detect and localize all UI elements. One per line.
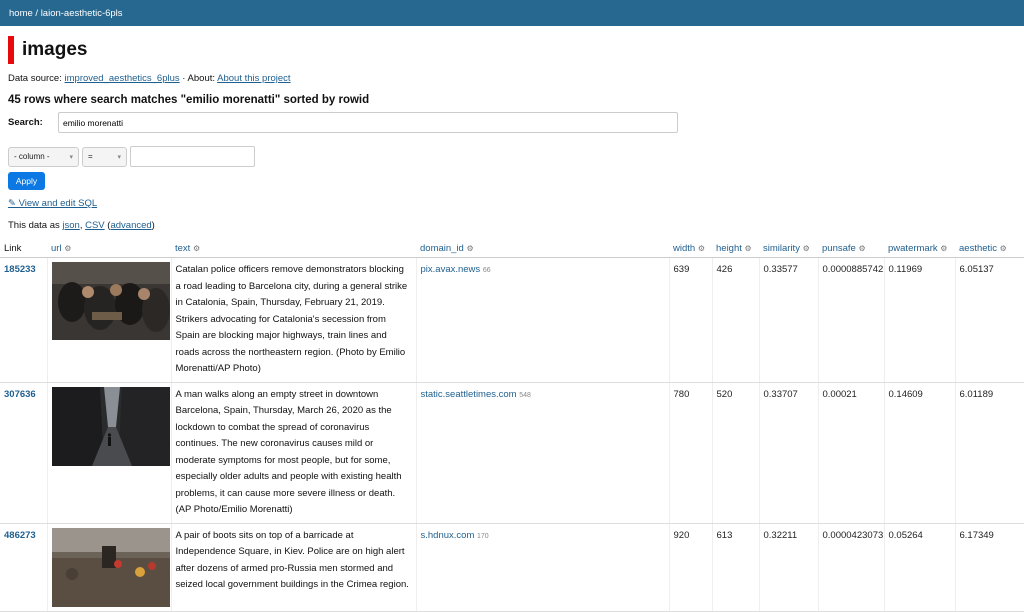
export-json-link[interactable]: json [62,220,79,231]
cell-punsafe: 0.0000423073 [818,523,885,612]
operator-select-value: = [88,152,93,161]
gear-icon[interactable]: ⚙ [64,244,71,253]
gear-icon[interactable]: ⚙ [1000,244,1007,253]
domain-link[interactable]: pix.avax.news [421,264,481,275]
export-csv-link[interactable]: CSV [85,220,105,231]
cell-height: 520 [712,382,760,524]
column-select[interactable]: - column - ▾ [8,146,79,167]
chevron-down-icon: ▾ [69,153,73,161]
cell-pwatermark: 0.14609 [884,382,956,524]
filter-row: - column - ▾ = ▾ [8,146,1016,167]
gear-icon[interactable]: ⚙ [193,244,200,253]
column-header-punsafe[interactable]: punsafe ⚙ [818,240,884,258]
column-header-url[interactable]: url ⚙ [47,240,171,258]
column-select-value: - column - [14,152,50,161]
table-row: 185233 Catalan police officers remove de… [0,257,1024,383]
row-link[interactable]: 307636 [4,389,36,400]
metadata-line: Data source: improved_aesthetics_6plus ·… [8,73,1016,84]
gear-icon[interactable]: ⚙ [698,244,705,253]
page-title: images [8,36,1016,64]
chevron-down-icon: ▾ [117,153,121,161]
cell-aesthetic: 6.17349 [955,523,1024,612]
about-label: · About: [182,73,216,84]
cell-width: 920 [669,523,713,612]
column-header-aesthetic[interactable]: aesthetic ⚙ [955,240,1024,258]
breadcrumb-separator: / [35,8,39,19]
row-text: A pair of boots sits on top of a barrica… [171,523,417,612]
thumbnail-image[interactable] [51,262,170,340]
operator-select[interactable]: = ▾ [82,146,127,167]
table-row: 307636 A man walks along an empty street… [0,382,1024,524]
results-summary: 45 rows where search matches "emilio mor… [8,94,370,106]
domain-count: 66 [482,267,491,274]
data-source-label: Data source: [8,73,62,84]
gear-icon[interactable]: ⚙ [940,244,947,253]
gear-icon[interactable]: ⚙ [803,244,810,253]
cell-height: 426 [712,257,760,383]
search-label: Search: [8,117,43,128]
domain-link[interactable]: s.hdnux.com [421,530,475,541]
row-text: A man walks along an empty street in dow… [171,382,417,524]
column-header-height[interactable]: height ⚙ [712,240,759,258]
cell-height: 613 [712,523,760,612]
about-link[interactable]: About this project [217,73,290,84]
cell-width: 639 [669,257,713,383]
column-header-pwatermark[interactable]: pwatermark ⚙ [884,240,955,258]
cell-similarity: 0.32211 [759,523,819,612]
top-nav-bar: home / laion-aesthetic-6pls [0,0,1024,26]
cell-pwatermark: 0.11969 [884,257,956,383]
thumbnail-image[interactable] [51,527,170,607]
data-source-link[interactable]: improved_aesthetics_6plus [65,73,180,84]
breadcrumb-database[interactable]: laion-aesthetic-6pls [41,8,123,19]
cell-similarity: 0.33707 [759,382,819,524]
row-link[interactable]: 185233 [4,264,36,275]
export-prefix: This data as [8,220,60,231]
column-header-link: Link [0,240,47,258]
cell-aesthetic: 6.01189 [955,382,1024,524]
apply-button[interactable]: Apply [8,172,45,190]
export-advanced-link[interactable]: advanced [110,220,151,231]
export-line: This data as json, CSV (advanced) [8,220,155,231]
domain-count: 170 [477,532,489,540]
cell-punsafe: 0.0000885742 [818,257,885,383]
column-header-domain-id[interactable]: domain_id ⚙ [416,240,669,258]
cell-aesthetic: 6.05137 [955,257,1024,383]
gear-icon[interactable]: ⚙ [745,244,752,253]
row-link[interactable]: 486273 [4,530,36,541]
table-row: 486273 A pair of boots sits on top of a … [0,523,1024,612]
gear-icon[interactable]: ⚙ [466,244,473,253]
column-header-similarity[interactable]: similarity ⚙ [759,240,818,258]
table-header-row: Link url ⚙ text ⚙ domain_id ⚙ width ⚙ he… [0,240,1024,258]
column-header-width[interactable]: width ⚙ [669,240,712,258]
cell-punsafe: 0.00021 [818,382,885,524]
cell-pwatermark: 0.05264 [884,523,956,612]
column-header-text[interactable]: text ⚙ [171,240,416,258]
cell-similarity: 0.33577 [759,257,819,383]
domain-link[interactable]: static.seattletimes.com [421,389,517,400]
filter-value-input[interactable] [130,146,255,167]
thumbnail-image[interactable] [51,386,170,466]
breadcrumb-home[interactable]: home [9,8,33,19]
row-text: Catalan police officers remove demonstra… [171,257,417,383]
gear-icon[interactable]: ⚙ [858,244,865,253]
results-table: Link url ⚙ text ⚙ domain_id ⚙ width ⚙ he… [0,240,1024,612]
view-sql-row: ✎ View and edit SQL [8,198,1016,209]
search-row: Search: [8,112,1016,133]
cell-width: 780 [669,382,713,524]
search-input[interactable] [58,112,678,133]
domain-count: 548 [519,391,531,399]
view-sql-link[interactable]: ✎ View and edit SQL [8,198,97,209]
